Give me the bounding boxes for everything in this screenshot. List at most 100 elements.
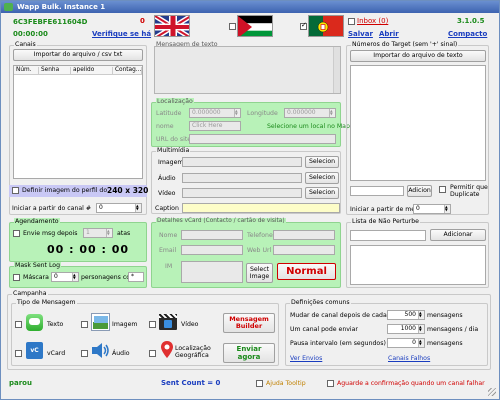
import-targets-button[interactable]: Importar do arquivo de texto: [350, 50, 486, 62]
col-count[interactable]: Contag...: [113, 67, 142, 75]
geo-type-checkbox[interactable]: [149, 350, 156, 357]
caption-label: Caption: [155, 205, 179, 212]
send-limit-value: 1000: [400, 325, 416, 332]
latitude-input[interactable]: 0.000000: [189, 107, 241, 118]
spinner-icon[interactable]: [329, 107, 335, 118]
sent-count: Sent Count = 0: [161, 379, 221, 387]
import-channels-button[interactable]: Importar do arquivo / csv txt: [13, 49, 143, 61]
profile-size: 240 x 320: [107, 186, 149, 195]
resize-grip-icon[interactable]: [488, 388, 496, 396]
col-num[interactable]: Núm.: [14, 67, 39, 75]
normal-button[interactable]: Normal: [277, 263, 336, 280]
target-add-input[interactable]: [350, 186, 404, 196]
message-textarea[interactable]: [154, 46, 341, 94]
spinner-icon[interactable]: [135, 202, 141, 213]
inbox-checkbox[interactable]: [348, 18, 355, 25]
spinner-icon[interactable]: [444, 203, 450, 214]
target-start-input[interactable]: 0: [413, 203, 451, 214]
spinner-icon[interactable]: [418, 337, 424, 348]
select-image-button[interactable]: Selecion: [305, 156, 339, 168]
spinner-icon[interactable]: [106, 227, 112, 238]
video-clapper-icon: [159, 314, 177, 330]
longitude-value: 0.000000: [287, 109, 316, 116]
vcard-phone-input[interactable]: [273, 230, 335, 240]
message-builder-button[interactable]: Mensagem Builder: [223, 313, 275, 333]
location-name-input[interactable]: Click Here: [189, 121, 241, 131]
blacklist-legend: Lista de Não Perturbe: [351, 218, 420, 225]
blacklist-add-button[interactable]: Adicionar: [430, 229, 486, 241]
tooltip-checkbox[interactable]: [256, 380, 263, 387]
channel-start-input[interactable]: 0: [96, 202, 142, 213]
view-sent-link[interactable]: Ver Envios: [290, 355, 322, 362]
image-type-checkbox[interactable]: [81, 321, 88, 328]
video-type-checkbox[interactable]: [149, 321, 156, 328]
mask-count-input[interactable]: 0: [51, 271, 79, 282]
palestine-flag-icon[interactable]: [237, 15, 273, 37]
mask-count-value: 0: [54, 273, 58, 280]
send-now-button[interactable]: Enviar agora: [223, 343, 275, 363]
send-after-label: Envie msg depois: [23, 230, 78, 237]
blacklist-list[interactable]: [350, 245, 486, 285]
targets-list[interactable]: [350, 65, 486, 181]
lang-checkbox-pt[interactable]: [300, 21, 307, 30]
send-after-input[interactable]: 1: [83, 227, 113, 238]
text-message-icon: [26, 314, 43, 331]
wait-confirm-checkbox[interactable]: [327, 380, 334, 387]
vcard-weburl-input[interactable]: [273, 245, 335, 255]
select-audio-button[interactable]: Selecion: [305, 172, 339, 184]
select-map-link[interactable]: Selecione um local no Map: [267, 123, 350, 130]
failed-channels-link[interactable]: Canais Falhos: [388, 355, 430, 362]
video-label: Vídeo: [158, 190, 176, 197]
vcard-type-checkbox[interactable]: [15, 350, 22, 357]
change-channel-input[interactable]: 500: [387, 309, 425, 320]
open-link[interactable]: Abrir: [379, 30, 399, 38]
change-channel-label: Mudar de canal depois de cada: [290, 312, 387, 319]
pause-input[interactable]: 0: [387, 337, 425, 348]
duplicate-checkbox[interactable]: [439, 186, 446, 193]
lang-checkbox-ar[interactable]: [229, 23, 236, 30]
portugal-flag-icon[interactable]: [308, 15, 344, 37]
image-path-input[interactable]: [182, 157, 302, 167]
mask-checkbox[interactable]: [13, 274, 20, 281]
compact-link[interactable]: Compacto: [448, 30, 487, 38]
spinner-icon[interactable]: [418, 323, 424, 334]
title-bar[interactable]: Wapp Bulk. Instance 1: [1, 1, 499, 13]
audio-type-checkbox[interactable]: [81, 350, 88, 357]
channels-list-header: Núm. Senha apelido Contag...: [14, 66, 142, 75]
verify-link[interactable]: Verifique se há: [92, 30, 151, 38]
save-link[interactable]: Salvar: [348, 30, 373, 38]
url-label: URL do site: [156, 136, 192, 143]
map-pin-icon: [161, 341, 173, 358]
video-path-input[interactable]: [182, 188, 302, 198]
spinner-icon[interactable]: [72, 271, 78, 282]
url-input[interactable]: [189, 134, 336, 144]
profile-image-checkbox[interactable]: [12, 187, 19, 194]
col-password[interactable]: Senha: [39, 67, 71, 75]
wait-confirm-label: Aguarde a confirmação quando um canal fa…: [337, 380, 485, 387]
schedule-checkbox[interactable]: [13, 230, 20, 237]
video-type-label: Vídeo: [181, 321, 199, 328]
audio-path-input[interactable]: [182, 173, 302, 183]
vcard-email-input[interactable]: [181, 245, 243, 255]
vcard-im-input[interactable]: [181, 261, 243, 283]
vcard-name-input[interactable]: [181, 230, 243, 240]
add-target-button[interactable]: Adicion: [407, 185, 432, 197]
select-video-button[interactable]: Selecion: [305, 187, 339, 199]
audio-type-label: Áudio: [112, 350, 130, 357]
vcard-select-image-button[interactable]: Select Image: [246, 263, 273, 283]
vcard-im-label: IM: [165, 263, 173, 270]
col-nickname[interactable]: apelido: [71, 67, 113, 75]
mask-char-input[interactable]: *: [128, 272, 144, 282]
message-scrollbar[interactable]: [333, 47, 340, 93]
inbox-link[interactable]: Inbox (0): [357, 17, 388, 25]
longitude-input[interactable]: 0.000000: [284, 107, 336, 118]
spinner-icon[interactable]: [418, 309, 424, 320]
blacklist-input[interactable]: [350, 230, 426, 241]
send-limit-input[interactable]: 1000: [387, 323, 425, 334]
spinner-icon[interactable]: [234, 107, 240, 118]
caption-input[interactable]: [182, 203, 340, 213]
persons-label: personagens con: [81, 274, 134, 281]
text-type-checkbox[interactable]: [15, 321, 22, 328]
uk-flag-icon[interactable]: [154, 15, 190, 37]
channels-list[interactable]: Núm. Senha apelido Contag...: [13, 65, 143, 179]
